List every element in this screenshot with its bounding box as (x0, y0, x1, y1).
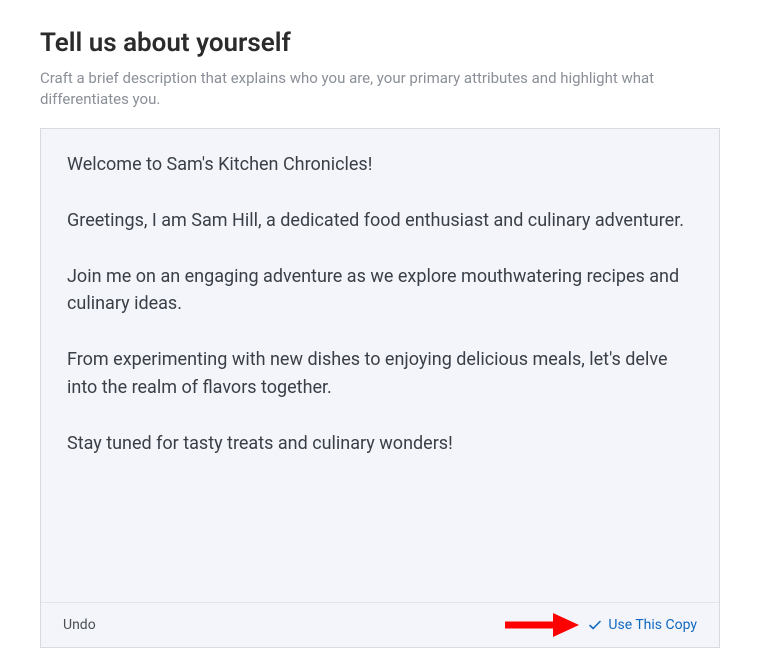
editor-footer: Undo Use This Copy (41, 602, 719, 647)
page-title: Tell us about yourself (40, 28, 720, 58)
bio-editor-scroll[interactable]: Welcome to Sam's Kitchen Chronicles! Gre… (41, 129, 719, 602)
red-arrow-annotation (503, 611, 581, 639)
bio-editor-container: Welcome to Sam's Kitchen Chronicles! Gre… (40, 128, 720, 648)
use-this-copy-button[interactable]: Use This Copy (588, 617, 697, 633)
bio-editor-text[interactable]: Welcome to Sam's Kitchen Chronicles! Gre… (67, 151, 693, 458)
check-icon (588, 618, 602, 632)
undo-button[interactable]: Undo (63, 617, 96, 633)
page-subtitle: Craft a brief description that explains … (40, 68, 720, 110)
use-this-copy-label: Use This Copy (608, 617, 697, 633)
